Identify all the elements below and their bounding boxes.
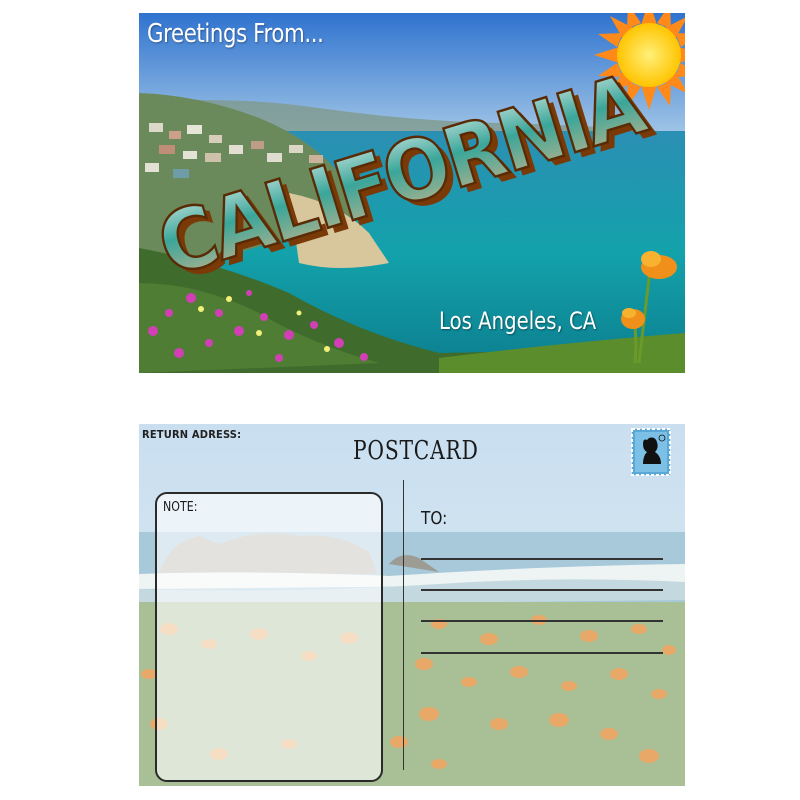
center-divider (403, 480, 404, 770)
return-address-label: RETURN ADRESS: (142, 428, 242, 441)
california-scene-image: CALIFORNIA CALIFORNIA (139, 13, 685, 373)
greeting-text: Greetings From... (147, 19, 324, 49)
stamp-silhouette-icon (631, 428, 671, 476)
address-line-1[interactable] (421, 558, 663, 560)
address-line-4[interactable] (421, 652, 663, 654)
postcard-back: RETURN ADRESS: POSTCARD NOTE: TO: (139, 424, 685, 786)
postcard-title: POSTCARD (353, 436, 479, 466)
note-box[interactable]: NOTE: (155, 492, 383, 782)
address-line-3[interactable] (421, 620, 663, 622)
postcard-front: CALIFORNIA CALIFORNIA Greetings From... … (139, 13, 685, 373)
to-label: TO: (421, 508, 448, 529)
note-label: NOTE: (163, 500, 198, 515)
location-text: Los Angeles, CA (439, 307, 597, 335)
address-line-2[interactable] (421, 589, 663, 591)
